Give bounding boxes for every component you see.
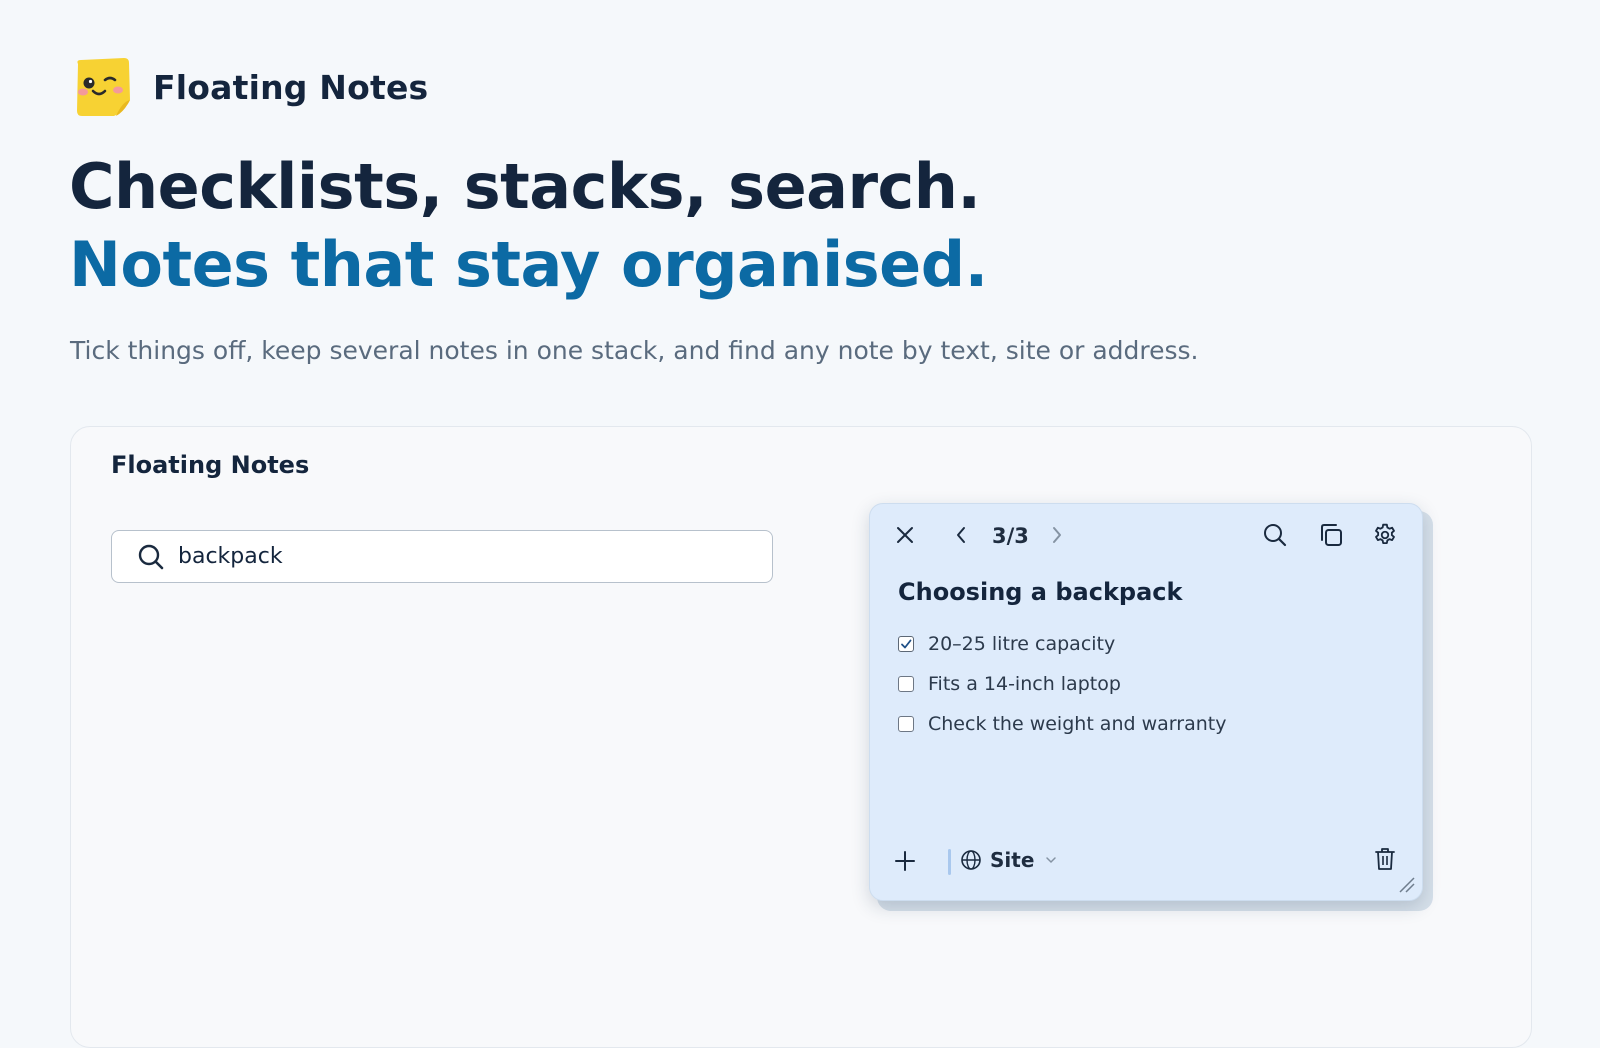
plus-icon	[895, 851, 915, 871]
globe-icon	[961, 850, 981, 870]
checkbox-checked[interactable]	[898, 636, 914, 652]
chevron-right-icon	[1053, 527, 1061, 543]
note-counter: 3/3	[992, 524, 1029, 548]
trash-icon	[1375, 848, 1395, 870]
checklist-item-text: Check the weight and warranty	[928, 713, 1227, 735]
checklist-item[interactable]: Check the weight and warranty	[898, 704, 1226, 744]
checkmark-icon	[901, 639, 912, 649]
close-button[interactable]	[890, 520, 920, 550]
checklist-item[interactable]: Fits a 14-inch laptop	[898, 664, 1226, 704]
gear-icon	[1375, 523, 1395, 545]
checkbox[interactable]	[898, 676, 914, 692]
brand: Floating Notes	[72, 56, 428, 118]
brand-name: Floating Notes	[153, 67, 429, 107]
chevron-left-icon	[957, 527, 965, 543]
search-icon	[1264, 524, 1287, 547]
checkbox[interactable]	[898, 716, 914, 732]
floating-note[interactable]: 3/3 Choosing a backpack 20–25 litre capa…	[869, 503, 1423, 901]
demo-title: Floating Notes	[111, 451, 310, 479]
search-notes-button[interactable]	[1260, 520, 1290, 550]
resize-handle-icon[interactable]	[1396, 874, 1416, 894]
demo-panel: Floating Notes 3/3	[70, 426, 1532, 1048]
headline-line-2: Notes that stay organised.	[69, 228, 988, 301]
checklist-item-text: 20–25 litre capacity	[928, 633, 1116, 655]
note-title: Choosing a backpack	[898, 578, 1183, 606]
search-input[interactable]	[176, 543, 740, 570]
checklist: 20–25 litre capacity Fits a 14-inch lapt…	[898, 624, 1226, 744]
checklist-item[interactable]: 20–25 litre capacity	[898, 624, 1226, 664]
settings-button[interactable]	[1370, 520, 1400, 550]
search-icon	[138, 544, 164, 569]
scope-label: Site	[990, 848, 1035, 872]
hero-subtitle: Tick things off, keep several notes in o…	[70, 336, 1199, 365]
search-box[interactable]	[111, 530, 773, 583]
delete-note-button[interactable]	[1370, 844, 1400, 874]
add-note-button[interactable]	[890, 846, 920, 876]
copy-stack-icon	[1321, 524, 1342, 546]
headline-line-1: Checklists, stacks, search.	[69, 150, 981, 223]
chevron-down-icon	[1046, 857, 1057, 864]
headline: Checklists, stacks, search. Notes that s…	[69, 148, 988, 304]
previous-note-button[interactable]	[946, 520, 976, 550]
stack-notes-button[interactable]	[1316, 520, 1346, 550]
sticky-note-wink-icon	[72, 56, 132, 118]
close-icon	[897, 527, 913, 543]
next-note-button[interactable]	[1042, 520, 1072, 550]
footer-divider	[948, 849, 951, 875]
scope-dropdown[interactable]: Site	[960, 848, 1058, 872]
checklist-item-text: Fits a 14-inch laptop	[928, 673, 1121, 695]
